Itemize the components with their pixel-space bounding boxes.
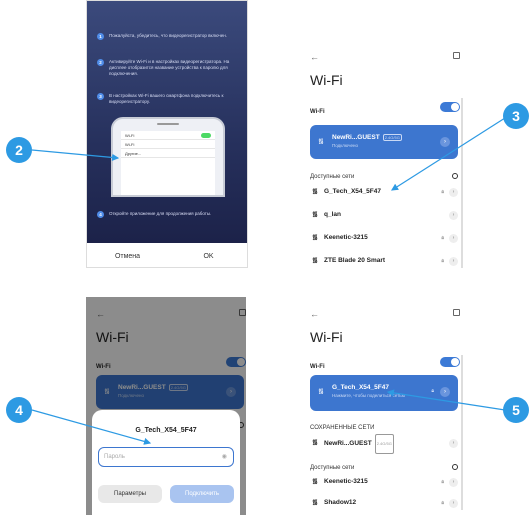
arrow-5 — [386, 389, 506, 411]
callout-3: 3 — [503, 103, 529, 129]
arrow-4 — [31, 409, 152, 445]
arrow-2 — [31, 149, 120, 162]
arrow-3 — [390, 117, 506, 191]
callout-2: 2 — [6, 137, 32, 163]
callout-5: 5 — [503, 397, 529, 423]
callout-4: 4 — [6, 397, 32, 423]
callout-arrows — [31, 117, 506, 445]
